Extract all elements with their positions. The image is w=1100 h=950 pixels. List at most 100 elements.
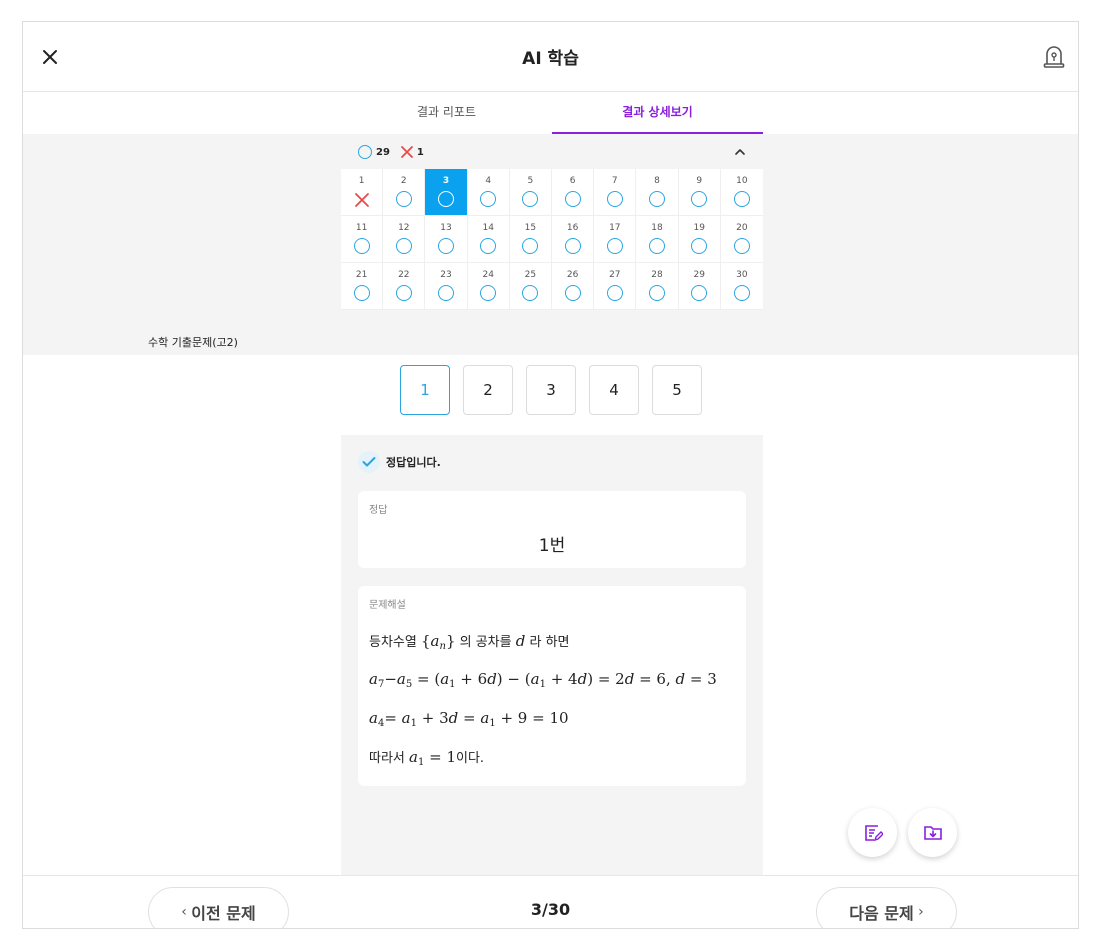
question-cell[interactable]: 15	[509, 216, 552, 263]
correct-circle-icon	[606, 191, 623, 207]
explanation-conclusion: 따라서 a1 = 1이다.	[369, 748, 485, 768]
question-cell[interactable]: 6	[552, 169, 595, 216]
question-number: 30	[736, 270, 748, 280]
question-cell[interactable]: 27	[594, 263, 637, 310]
correct-circle-icon	[733, 191, 750, 207]
tab-result-detail[interactable]: 결과 상세보기	[552, 92, 763, 134]
question-cell[interactable]: 28	[636, 263, 679, 310]
question-number: 4	[485, 176, 492, 186]
option-button[interactable]: 4	[589, 365, 639, 415]
question-number: 28	[651, 270, 663, 280]
question-number: 8	[654, 176, 660, 186]
chevron-right-icon: ›	[913, 904, 924, 920]
next-question-button[interactable]: 다음 문제 ›	[816, 887, 957, 928]
question-number: 10	[736, 176, 748, 186]
question-cell[interactable]: 1	[341, 169, 384, 216]
chevron-up-icon	[735, 149, 745, 155]
question-cell[interactable]: 2	[383, 169, 426, 216]
question-cell[interactable]: 21	[341, 263, 384, 310]
correct-circle-icon	[353, 238, 370, 254]
question-cell[interactable]: 11	[341, 216, 384, 263]
correct-circle-icon	[606, 285, 623, 301]
question-number: 11	[355, 223, 368, 233]
correct-circle-icon	[522, 238, 539, 254]
tab-result-report[interactable]: 결과 리포트	[341, 92, 552, 134]
page-title: AI 학습	[522, 49, 579, 69]
tab-bar: 결과 리포트 결과 상세보기	[23, 92, 1078, 134]
question-number: 29	[693, 270, 705, 280]
explanation-equation-2: a4= a1 + 3d = a1 + 9 = 10	[369, 709, 569, 729]
correct-circle-icon	[358, 145, 372, 159]
answer-options: 12345	[400, 365, 702, 415]
score-summary: 29 1	[358, 144, 424, 160]
question-cell[interactable]: 24	[467, 263, 510, 310]
folder-download-icon	[923, 825, 942, 840]
wrong-x-icon	[401, 146, 413, 158]
answer-value: 1번	[538, 536, 566, 556]
correct-circle-icon	[733, 238, 750, 254]
option-button[interactable]: 3	[526, 365, 576, 415]
siren-icon	[1043, 46, 1065, 68]
question-number: 18	[651, 223, 663, 233]
explanation-line-1: 등차수열 {an} 의 공차를 d 라 하면	[369, 632, 570, 652]
correct-circle-icon	[395, 285, 412, 301]
question-cell[interactable]: 19	[678, 216, 721, 263]
correct-circle-icon	[691, 285, 708, 301]
report-button[interactable]	[1042, 42, 1068, 72]
correct-count: 29	[376, 146, 390, 158]
correct-circle-icon	[395, 238, 412, 254]
question-cell[interactable]: 20	[720, 216, 763, 263]
summary-section: 29 1 1 2 3 4 5 6 7 8 9 10 11 12 13 14 15 16 17 18 19 20 21 22…	[23, 134, 1078, 355]
correct-circle-icon	[522, 191, 539, 207]
correct-circle-icon	[437, 238, 454, 254]
correct-circle-icon	[648, 285, 665, 301]
correct-circle-icon	[437, 191, 454, 207]
question-cell[interactable]: 7	[594, 169, 637, 216]
save-folder-button[interactable]	[908, 808, 957, 857]
option-button[interactable]: 1	[400, 365, 450, 415]
explanation-card: 문제해설 등차수열 {an} 의 공차를 d 라 하면 a7−a5 = (a1 …	[358, 586, 746, 786]
option-button[interactable]: 2	[463, 365, 513, 415]
answer-panel: 정답입니다. 정답 1번 문제해설 등차수열 {an} 의 공차를 d 라 하면…	[341, 435, 763, 875]
result-text: 정답입니다.	[386, 456, 441, 469]
question-number: 23	[440, 270, 452, 280]
question-number: 20	[736, 223, 748, 233]
question-cell[interactable]: 18	[636, 216, 679, 263]
question-cell[interactable]: 14	[467, 216, 510, 263]
correct-circle-icon	[480, 191, 497, 207]
question-number: 3	[442, 176, 450, 186]
app-frame: AI 학습 결과 리포트 결과 상세보기 29 1 1 2 3 4 5 6 7 …	[22, 21, 1079, 929]
question-cell[interactable]: 25	[509, 263, 552, 310]
header: AI 학습	[23, 22, 1078, 92]
correct-circle-icon	[691, 238, 708, 254]
question-cell[interactable]: 13	[425, 216, 468, 263]
result-status: 정답입니다.	[358, 451, 441, 473]
question-cell[interactable]: 17	[594, 216, 637, 263]
option-button[interactable]: 5	[652, 365, 702, 415]
note-button[interactable]	[848, 808, 897, 857]
collapse-button[interactable]	[730, 143, 750, 161]
question-cell[interactable]: 12	[383, 216, 426, 263]
correct-circle-icon	[648, 191, 665, 207]
question-number: 2	[400, 176, 407, 186]
question-cell[interactable]: 5	[509, 169, 552, 216]
correct-circle-icon	[648, 238, 665, 254]
correct-circle-icon	[522, 285, 539, 301]
question-cell[interactable]: 29	[678, 263, 721, 310]
question-cell[interactable]: 8	[636, 169, 679, 216]
question-cell[interactable]: 22	[383, 263, 426, 310]
question-cell[interactable]: 3	[425, 169, 468, 216]
question-cell[interactable]: 30	[720, 263, 763, 310]
question-cell[interactable]: 26	[552, 263, 595, 310]
correct-circle-icon	[691, 191, 708, 207]
explanation-equation-1: a7−a5 = (a1 + 6d) − (a1 + 4d) = 2d = 6, …	[369, 670, 717, 690]
question-number: 26	[566, 270, 579, 280]
question-cell[interactable]: 9	[678, 169, 721, 216]
answer-card: 정답 1번	[358, 491, 746, 568]
correct-circle-icon	[606, 238, 623, 254]
question-cell[interactable]: 16	[552, 216, 595, 263]
question-number: 6	[569, 176, 576, 186]
question-cell[interactable]: 10	[720, 169, 763, 216]
question-cell[interactable]: 23	[425, 263, 468, 310]
question-cell[interactable]: 4	[467, 169, 510, 216]
